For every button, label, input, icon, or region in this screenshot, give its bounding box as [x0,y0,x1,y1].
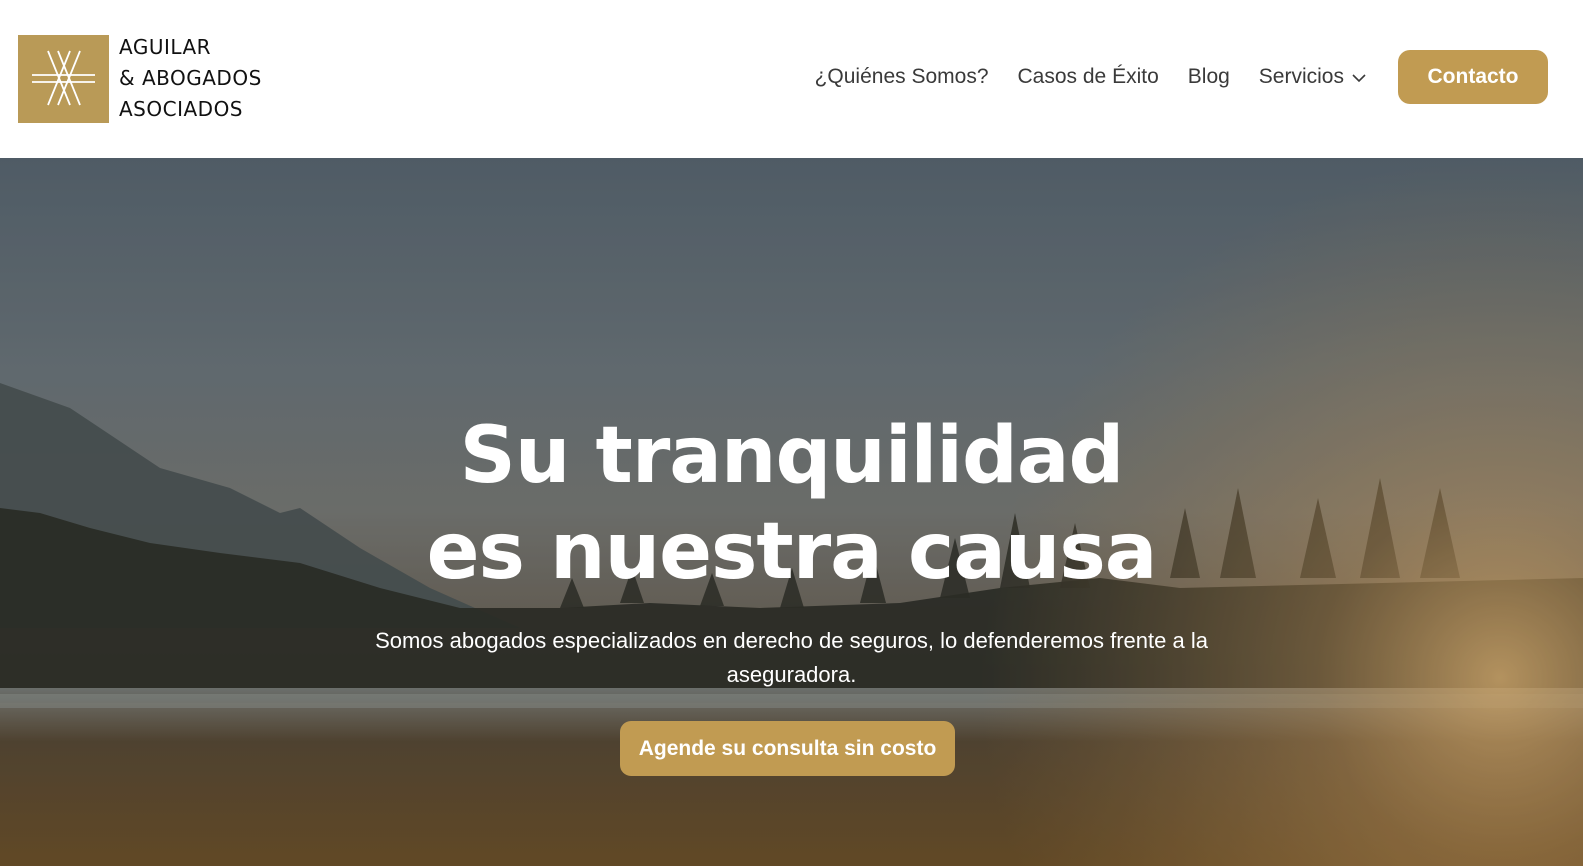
site-header: AGUILAR & ABOGADOS ASOCIADOS ¿Quiénes So… [0,0,1583,158]
brand-logo[interactable]: AGUILAR & ABOGADOS ASOCIADOS [18,32,262,125]
contact-button[interactable]: Contacto [1398,50,1548,104]
chevron-down-icon [1352,65,1366,89]
nav-item-label: Casos de Éxito [1017,65,1159,88]
monogram-logo-icon [18,34,109,123]
nav-item-casos-de-exito[interactable]: Casos de Éxito [1018,65,1159,89]
nav-item-label: ¿Quiénes Somos? [814,65,989,88]
nav-item-label: Blog [1187,65,1230,88]
brand-line-3: ASOCIADOS [119,97,244,121]
hero-section: Su tranquilidad es nuestra causa Somos a… [0,158,1583,866]
hero-content: Su tranquilidad es nuestra causa Somos a… [0,158,1583,866]
nav-item-servicios[interactable]: Servicios [1259,65,1366,89]
brand-line-1: AGUILAR [119,35,212,59]
hero-title-line-1: Su tranquilidad [459,411,1125,501]
brand-name: AGUILAR & ABOGADOS ASOCIADOS [119,32,262,125]
hero-title-line-2: es nuestra causa [426,507,1158,597]
main-nav: ¿Quiénes Somos? Casos de Éxito Blog Serv… [815,50,1583,104]
nav-item-label: Servicios [1258,65,1344,88]
hero-title: Su tranquilidad es nuestra causa [0,408,1583,600]
hero-subtitle: Somos abogados especializados en derecho… [375,628,1208,687]
nav-item-quienes-somos[interactable]: ¿Quiénes Somos? [815,65,989,89]
brand-line-2: & ABOGADOS [119,66,262,90]
schedule-consultation-button[interactable]: Agende su consulta sin costo [620,721,955,776]
nav-item-blog[interactable]: Blog [1188,65,1230,89]
